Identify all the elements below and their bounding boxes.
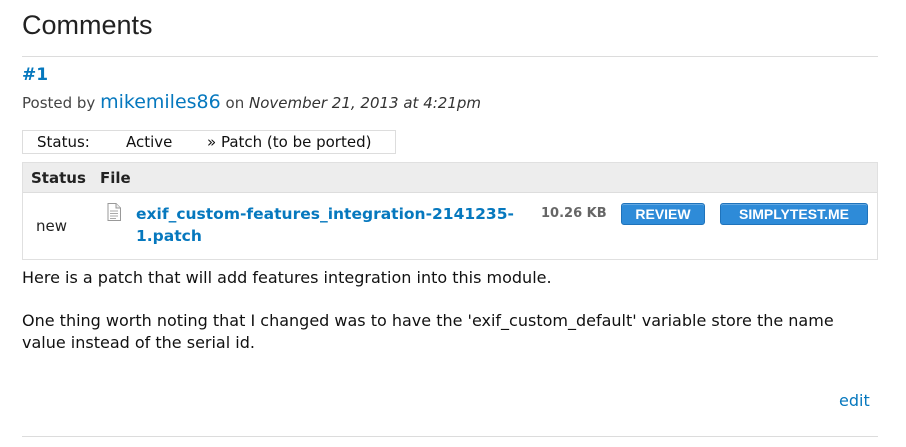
comment-permalink[interactable]: #1 bbox=[22, 65, 48, 85]
review-button[interactable]: REVIEW bbox=[621, 203, 705, 225]
divider bbox=[22, 56, 878, 57]
status-to: » Patch (to be ported) bbox=[207, 133, 372, 151]
status-label: Status: bbox=[37, 133, 90, 151]
simplytest-button[interactable]: SIMPLYTEST.ME bbox=[720, 203, 868, 225]
patch-file-link[interactable]: exif_custom-features_integration-2141235… bbox=[136, 203, 531, 247]
section-title: Comments bbox=[22, 10, 153, 40]
status-change-box: Status: Active » Patch (to be ported) bbox=[22, 130, 396, 154]
edit-link[interactable]: edit bbox=[839, 391, 870, 410]
comment-byline: Posted by mikemiles86 on November 21, 20… bbox=[22, 91, 481, 113]
table-header: Status File bbox=[23, 163, 877, 193]
comment-date: November 21, 2013 at 4:21pm bbox=[248, 94, 482, 112]
on-label: on bbox=[225, 94, 245, 112]
comment-body: Here is a patch that will add features i… bbox=[22, 267, 872, 375]
file-status: new bbox=[36, 217, 68, 235]
text-file-icon bbox=[107, 203, 121, 225]
file-size: 10.26 KB bbox=[541, 206, 607, 221]
author-link[interactable]: mikemiles86 bbox=[100, 91, 221, 113]
column-header-file: File bbox=[100, 169, 131, 187]
status-from: Active bbox=[126, 133, 173, 151]
comment-paragraph: Here is a patch that will add features i… bbox=[22, 268, 552, 287]
posted-by-label: Posted by bbox=[22, 94, 96, 112]
column-header-status: Status bbox=[31, 169, 86, 187]
divider bbox=[22, 436, 878, 437]
attached-files-table: Status File new exif_custom-features_int… bbox=[22, 162, 878, 260]
comment-paragraph: One thing worth noting that I changed wa… bbox=[22, 311, 834, 352]
